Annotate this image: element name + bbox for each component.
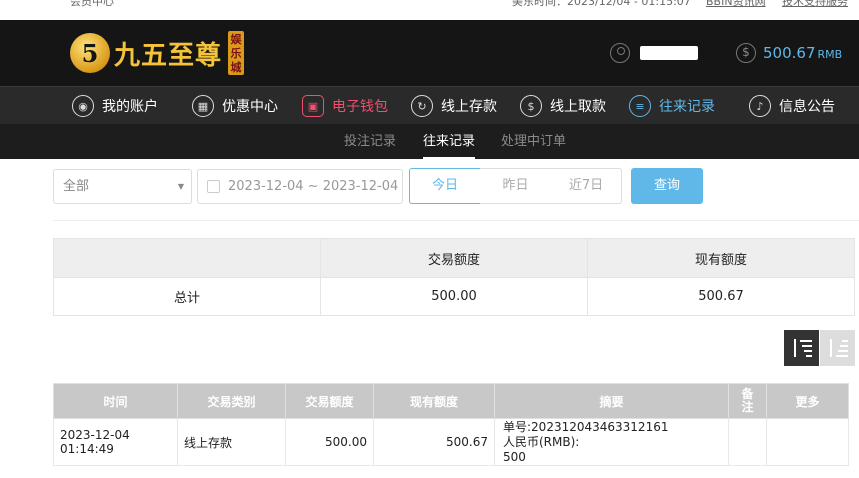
main-nav: ◉ 我的账户 ▦ 优惠中心 ▣ 电子钱包 ↻ 线上存款 $ 线上取款 ≡ 往来记录 ♪ 信息公…	[0, 86, 859, 124]
yesterday-button[interactable]: 昨日	[480, 168, 552, 204]
row-time: 2023-12-04 01:14:49	[53, 418, 178, 466]
col-note: 备注	[728, 383, 767, 419]
memo-currency: 人民币(RMB):	[503, 435, 580, 449]
sort-asc-icon	[828, 339, 848, 357]
nav-records[interactable]: ≡ 往来记录	[629, 87, 715, 125]
dollar-icon: $	[736, 43, 756, 63]
sort-desc-icon	[792, 339, 812, 357]
summary-label: 总计	[53, 277, 321, 316]
bell-icon: ♪	[749, 95, 771, 117]
bbin-link[interactable]: BBIN资讯网	[706, 0, 766, 9]
balance-display: 500.67 RMB	[763, 44, 842, 62]
tab-pending-orders[interactable]: 处理中订单	[501, 124, 566, 159]
nav-label: 信息公告	[779, 99, 835, 115]
summary-amount: 500.00	[320, 277, 588, 316]
type-select-value: 全部	[63, 179, 90, 194]
record-icon: ≡	[629, 95, 651, 117]
nav-promotions[interactable]: ▦ 优惠中心	[192, 87, 278, 125]
nav-label: 我的账户	[102, 99, 158, 115]
memo-value: 500	[503, 450, 526, 464]
summary-header-row: 交易额度 现有额度	[53, 238, 855, 278]
site-logo[interactable]: 5 九五至尊 娱乐城	[70, 28, 245, 78]
summary-header: 现有额度	[587, 238, 855, 278]
logo-text: 九五至尊	[114, 40, 223, 71]
site-header: 5 九五至尊 娱乐城 $ 500.67 RMB	[0, 20, 859, 86]
sub-nav: 投注记录 往来记录 处理中订单	[0, 124, 859, 159]
date-range-input[interactable]: 2023-12-04 ~ 2023-12-04	[197, 169, 403, 204]
date-range-value: 2023-12-04 ~ 2023-12-04	[228, 179, 399, 194]
server-time: 美东时间：2023/12/04 - 01:15:07	[512, 0, 691, 8]
tab-bet-records[interactable]: 投注记录	[344, 124, 396, 159]
records-table: 时间 交易类别 交易额度 现有额度 摘要 备注 更多 2023-12-04 01…	[53, 383, 849, 466]
row-balance: 500.67	[373, 418, 495, 466]
nav-my-account[interactable]: ◉ 我的账户	[72, 87, 158, 125]
withdraw-icon: $	[520, 95, 542, 117]
user-icon: ◉	[72, 95, 94, 117]
summary-header: 交易额度	[320, 238, 588, 278]
caret-down-icon: ▼	[177, 182, 184, 191]
table-row: 2023-12-04 01:14:49 线上存款 500.00 500.67 单…	[53, 418, 849, 466]
col-memo: 摘要	[494, 383, 729, 419]
balance-amount: 500.67	[763, 44, 816, 62]
row-note	[728, 418, 767, 466]
divider	[53, 220, 859, 221]
today-button[interactable]: 今日	[409, 168, 481, 204]
summary-table: 交易额度 现有额度 总计 500.00 500.67	[53, 238, 855, 316]
nav-label: 线上取款	[550, 99, 606, 115]
row-type: 线上存款	[177, 418, 286, 466]
nav-label: 往来记录	[659, 99, 715, 115]
sort-desc-button[interactable]	[784, 330, 819, 366]
col-amount: 交易额度	[285, 383, 374, 419]
top-bar: 会员中心 美东时间：2023/12/04 - 01:15:07 BBIN资讯网 …	[0, 0, 859, 20]
row-more[interactable]	[766, 418, 849, 466]
user-icon	[610, 43, 630, 63]
row-memo: 单号:202312043463312161 人民币(RMB): 500	[494, 418, 729, 466]
summary-total-row: 总计 500.00 500.67	[53, 277, 855, 316]
logo-badge: 娱乐城	[228, 31, 245, 75]
nav-deposit[interactable]: ↻ 线上存款	[411, 87, 497, 125]
member-center-link[interactable]: 会员中心	[70, 0, 114, 9]
nav-label: 优惠中心	[222, 99, 278, 115]
balance-currency: RMB	[817, 48, 843, 61]
col-more: 更多	[766, 383, 849, 419]
nav-withdraw[interactable]: $ 线上取款	[520, 87, 606, 125]
summary-header	[53, 238, 321, 278]
username-redacted	[640, 46, 698, 60]
last-7-days-button[interactable]: 近7日	[551, 168, 622, 204]
deposit-icon: ↻	[411, 95, 433, 117]
summary-balance: 500.67	[587, 277, 855, 316]
nav-e-wallet[interactable]: ▣ 电子钱包	[302, 87, 388, 125]
nav-label: 线上存款	[441, 99, 497, 115]
col-balance: 现有额度	[373, 383, 495, 419]
tab-transaction-records[interactable]: 往来记录	[423, 124, 476, 159]
calendar-icon	[207, 180, 220, 193]
support-link[interactable]: 技术支持服务	[782, 0, 848, 9]
wallet-icon: ▣	[302, 95, 324, 117]
gift-icon: ▦	[192, 95, 214, 117]
logo-mark: 5	[70, 33, 110, 73]
type-select[interactable]: 全部 ▼	[53, 169, 192, 204]
col-time: 时间	[53, 383, 178, 419]
nav-announcements[interactable]: ♪ 信息公告	[749, 87, 835, 125]
memo-order-no: 单号:202312043463312161	[503, 420, 669, 434]
nav-label: 电子钱包	[332, 99, 388, 115]
query-button[interactable]: 查询	[631, 168, 703, 204]
records-header-row: 时间 交易类别 交易额度 现有额度 摘要 备注 更多	[53, 383, 849, 419]
row-amount: 500.00	[285, 418, 374, 466]
col-type: 交易类别	[177, 383, 286, 419]
sort-asc-button[interactable]	[820, 330, 855, 366]
